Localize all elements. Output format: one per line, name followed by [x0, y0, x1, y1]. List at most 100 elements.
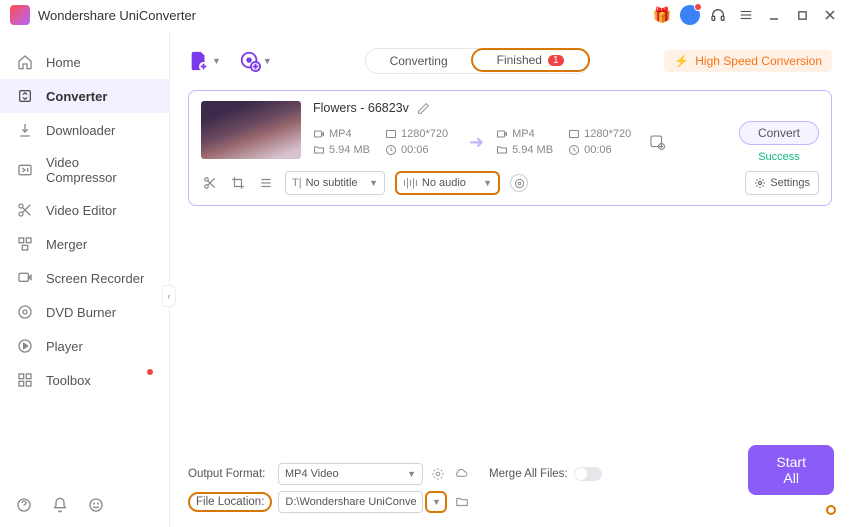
sidebar-item-dvd[interactable]: DVD Burner	[0, 295, 169, 329]
chevron-down-icon: ▼	[483, 178, 492, 188]
sidebar-item-label: DVD Burner	[46, 305, 116, 320]
gift-icon[interactable]: 🎁	[652, 5, 672, 25]
open-folder-icon[interactable]	[451, 491, 473, 513]
tab-label: Converting	[390, 54, 448, 68]
spec-size: 5.94 MB	[329, 144, 370, 156]
sidebar-item-label: Downloader	[46, 123, 115, 138]
sidebar-item-player[interactable]: Player	[0, 329, 169, 363]
merge-label: Merge All Files:	[489, 468, 568, 480]
file-location-value: D:\Wondershare UniConverter 1	[285, 496, 416, 508]
tab-converting[interactable]: Converting	[366, 49, 472, 73]
spec-format: MP4	[329, 128, 352, 140]
headset-icon[interactable]	[708, 5, 728, 25]
video-thumbnail[interactable]	[201, 101, 301, 159]
subtitle-value: No subtitle	[306, 177, 358, 189]
audio-icon: ı|ı|ı	[403, 177, 418, 189]
play-icon	[16, 337, 34, 355]
app-title: Wondershare UniConverter	[38, 8, 196, 23]
scissors-icon	[16, 201, 34, 219]
sidebar-item-editor[interactable]: Video Editor	[0, 193, 169, 227]
video-icon	[313, 128, 325, 140]
sidebar-item-label: Player	[46, 339, 83, 354]
settings-button[interactable]: Settings	[745, 171, 819, 195]
folder-icon	[496, 144, 508, 156]
status-label: Success	[758, 151, 800, 163]
start-all-highlight: Start All	[826, 505, 836, 515]
titlebar: Wondershare UniConverter 🎁	[0, 0, 850, 30]
subtitle-icon: T|	[292, 177, 302, 189]
merge-toggle[interactable]	[574, 467, 602, 481]
close-button[interactable]	[820, 5, 840, 25]
sidebar-item-compressor[interactable]: Video Compressor	[0, 147, 169, 193]
sidebar-item-recorder[interactable]: Screen Recorder	[0, 261, 169, 295]
hsc-label: High Speed Conversion	[695, 54, 822, 68]
sidebar-item-converter[interactable]: Converter	[0, 79, 169, 113]
file-location-dropdown[interactable]: ▼	[425, 491, 447, 513]
spec-res: 1280*720	[584, 128, 631, 140]
edit-name-icon[interactable]	[417, 102, 430, 115]
record-icon	[16, 269, 34, 287]
file-location-input[interactable]: D:\Wondershare UniConverter 1	[278, 491, 423, 513]
output-format-value: MP4 Video	[285, 468, 339, 480]
feedback-icon[interactable]	[88, 497, 106, 515]
sidebar-item-toolbox[interactable]: Toolbox	[0, 363, 169, 397]
audio-select[interactable]: ı|ı|ı No audio ▼	[395, 171, 500, 195]
compress-icon	[16, 161, 34, 179]
sidebar-bottom	[0, 485, 169, 527]
disc-icon	[16, 303, 34, 321]
maximize-button[interactable]	[792, 5, 812, 25]
finished-badge: 1	[548, 55, 564, 66]
convert-button[interactable]: Convert	[739, 121, 819, 145]
minimize-button[interactable]	[764, 5, 784, 25]
tool-row: ▼ ▼ Converting Finished 1 ⚡ High Speed C…	[188, 40, 832, 82]
converter-icon	[16, 87, 34, 105]
folder-icon	[313, 144, 325, 156]
tab-segment: Converting Finished 1	[365, 48, 590, 74]
cloud-settings-icon[interactable]	[431, 467, 445, 481]
sidebar-item-home[interactable]: Home	[0, 45, 169, 79]
trim-icon[interactable]	[201, 174, 219, 192]
sidebar-item-label: Merger	[46, 237, 87, 252]
spec-dur: 00:06	[584, 144, 612, 156]
target-settings-icon[interactable]	[648, 133, 666, 151]
info-icon[interactable]	[510, 174, 528, 192]
gear-icon	[754, 177, 766, 189]
cloud-icon[interactable]	[453, 467, 469, 481]
start-all-button[interactable]: Start All	[748, 445, 834, 495]
output-format-select[interactable]: MP4 Video ▼	[278, 463, 423, 485]
tab-finished[interactable]: Finished 1	[471, 48, 590, 72]
high-speed-button[interactable]: ⚡ High Speed Conversion	[664, 50, 832, 72]
menu-icon[interactable]	[736, 5, 756, 25]
download-icon	[16, 121, 34, 139]
sidebar-item-label: Video Editor	[46, 203, 117, 218]
crop-icon[interactable]	[229, 174, 247, 192]
settings-label: Settings	[770, 177, 810, 189]
bolt-icon: ⚡	[674, 54, 689, 68]
user-avatar[interactable]	[680, 5, 700, 25]
add-dvd-button[interactable]: ▼	[239, 50, 272, 72]
sidebar-item-label: Screen Recorder	[46, 271, 144, 286]
sidebar: Home Converter Downloader Video Compress…	[0, 30, 170, 527]
sidebar-item-downloader[interactable]: Downloader	[0, 113, 169, 147]
merger-icon	[16, 235, 34, 253]
resolution-icon	[385, 128, 397, 140]
bottom-bar: Output Format: MP4 Video ▼ Merge All Fil…	[188, 453, 832, 527]
collapse-handle[interactable]: ‹	[162, 285, 176, 307]
sidebar-item-merger[interactable]: Merger	[0, 227, 169, 261]
bell-icon[interactable]	[52, 497, 70, 515]
clock-icon	[385, 144, 397, 156]
subtitle-select[interactable]: T| No subtitle ▼	[285, 171, 385, 195]
spec-format: MP4	[512, 128, 535, 140]
tab-label: Finished	[497, 53, 542, 67]
audio-value: No audio	[422, 177, 466, 189]
spec-dur: 00:06	[401, 144, 429, 156]
add-file-button[interactable]: ▼	[188, 50, 221, 72]
more-icon[interactable]	[257, 174, 275, 192]
sidebar-item-label: Toolbox	[46, 373, 91, 388]
clock-icon	[568, 144, 580, 156]
file-card: Flowers - 66823v MP4 1280*720 5.94 MB 00…	[188, 90, 832, 206]
help-icon[interactable]	[16, 497, 34, 515]
chevron-down-icon: ▼	[407, 469, 416, 479]
app-logo	[10, 5, 30, 25]
sidebar-item-label: Converter	[46, 89, 107, 104]
